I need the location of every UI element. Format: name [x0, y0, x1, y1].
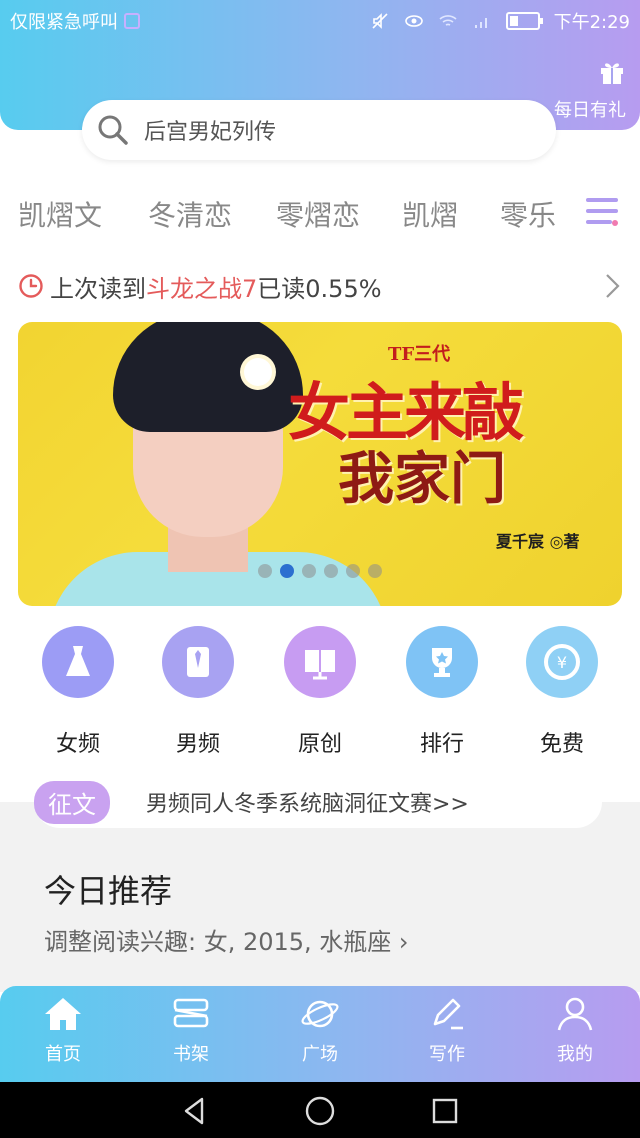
tab-bookshelf[interactable]: 书架 — [146, 996, 236, 1066]
carousel-dot-active[interactable] — [280, 564, 294, 578]
tab-profile[interactable]: 我的 — [530, 996, 620, 1066]
reading-interest-link[interactable]: 调整阅读兴趣: 女, 2015, 水瓶座 › — [44, 922, 409, 957]
carousel-dot[interactable] — [368, 564, 382, 578]
svg-text:¥: ¥ — [557, 653, 567, 672]
contest-badge: 征文 — [34, 780, 110, 824]
eye-icon — [404, 15, 423, 27]
promo-banner[interactable]: TF三代 女主来敲 我家门 夏千宸 ◎著 — [18, 322, 622, 606]
last-read-row[interactable]: 上次读到 斗龙之战7 已读0.55% — [18, 268, 628, 304]
book-icon — [284, 626, 356, 698]
tab-label: 我的 — [557, 1044, 593, 1065]
carousel-indicator — [258, 564, 382, 578]
tag-strip: 凯熠文 冬清恋 零熠恋 凯熠 零乐 — [0, 186, 640, 236]
category-row: 女频 男频 原创 排行 ¥ 免费 — [0, 626, 640, 766]
category-male[interactable]: 男频 — [138, 626, 258, 758]
trophy-icon — [406, 626, 478, 698]
pen-icon — [433, 998, 463, 1030]
status-left: 仅限紧急呼叫 — [10, 8, 140, 34]
menu-icon[interactable] — [586, 196, 618, 226]
status-bar: 仅限紧急呼叫 下午2:29 — [0, 0, 640, 40]
mute-icon — [372, 13, 388, 29]
user-icon — [557, 997, 593, 1031]
recents-icon[interactable] — [430, 1096, 460, 1126]
clock-icon — [19, 274, 43, 298]
tag-item[interactable]: 冬清恋 — [148, 194, 232, 234]
category-female[interactable]: 女频 — [18, 626, 138, 758]
shirt-icon — [162, 626, 234, 698]
category-ranking[interactable]: 排行 — [382, 626, 502, 758]
last-read-prefix: 上次读到 — [50, 274, 146, 303]
tab-write[interactable]: 写作 — [402, 996, 492, 1066]
category-label: 原创 — [297, 732, 342, 757]
search-bar[interactable] — [82, 100, 556, 160]
carousel-dot[interactable] — [346, 564, 360, 578]
section-title: 今日推荐 — [44, 872, 173, 910]
category-label: 女频 — [55, 732, 100, 757]
dress-icon — [42, 626, 114, 698]
banner-title-line2: 我家门 — [338, 446, 506, 512]
category-original[interactable]: 原创 — [260, 626, 380, 758]
carousel-dot[interactable] — [258, 564, 272, 578]
status-right: 下午2:29 — [370, 8, 630, 34]
tag-item[interactable]: 凯熠文 — [18, 194, 102, 234]
wifi-icon — [439, 15, 457, 26]
tab-label: 首页 — [45, 1044, 81, 1065]
chevron-right-icon — [606, 274, 620, 298]
contest-text: 男频同人冬季系统脑洞征文赛>> — [146, 792, 469, 817]
tab-home[interactable]: 首页 — [18, 996, 108, 1066]
home-circle-icon[interactable] — [304, 1095, 336, 1127]
system-nav-bar — [0, 1082, 640, 1138]
planet-icon — [301, 1000, 339, 1028]
tag-item[interactable]: 零熠恋 — [276, 194, 360, 234]
tag-item[interactable]: 凯熠 — [402, 194, 458, 234]
yuan-icon: ¥ — [526, 626, 598, 698]
category-label: 免费 — [539, 732, 584, 757]
category-free[interactable]: ¥ 免费 — [502, 626, 622, 758]
back-icon[interactable] — [180, 1096, 210, 1126]
contest-banner[interactable]: 征文 男频同人冬季系统脑洞征文赛>> — [34, 776, 602, 828]
category-label: 男频 — [175, 732, 220, 757]
carousel-dot[interactable] — [324, 564, 338, 578]
signal-icon — [474, 18, 487, 28]
home-icon — [45, 998, 81, 1030]
flower-decoration — [244, 358, 272, 386]
gift-icon — [601, 63, 623, 84]
last-read-progress: 已读0.55% — [257, 274, 382, 303]
bookshelf-icon — [173, 998, 209, 1028]
category-label: 排行 — [419, 732, 464, 757]
clock-text: 下午2:29 — [553, 12, 630, 33]
search-input[interactable] — [144, 117, 524, 143]
battery-icon — [505, 12, 543, 30]
tab-square[interactable]: 广场 — [275, 996, 365, 1066]
daily-gift-label: 每日有礼 — [554, 100, 626, 121]
carousel-dot[interactable] — [302, 564, 316, 578]
bottom-tab-bar: 首页 书架 广场 写作 我的 — [0, 986, 640, 1082]
tab-label: 书架 — [173, 1044, 209, 1065]
search-icon — [98, 115, 128, 145]
carrier-text: 仅限紧急呼叫 — [10, 12, 118, 33]
tag-item[interactable]: 零乐 — [500, 194, 556, 234]
last-read-book: 斗龙之战7 — [146, 274, 258, 303]
tab-label: 广场 — [302, 1044, 338, 1065]
sim-icon — [124, 13, 140, 29]
daily-gift-button[interactable]: 每日有礼 — [554, 58, 626, 121]
banner-author: 夏千宸 ◎著 — [496, 532, 580, 551]
tab-label: 写作 — [429, 1044, 465, 1065]
